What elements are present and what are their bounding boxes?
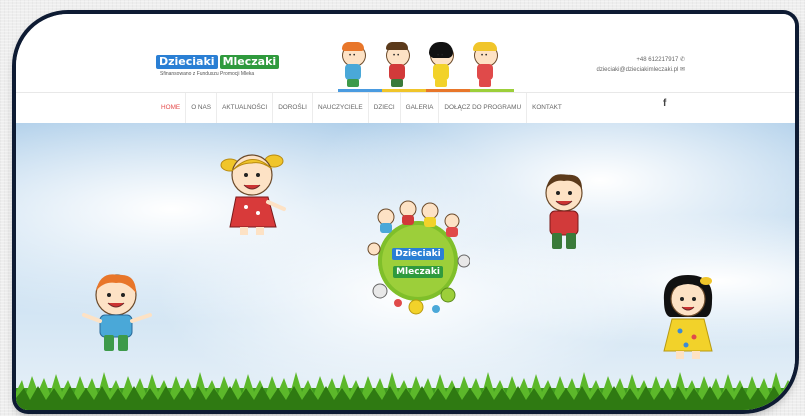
logo-word-dzieciaki: Dzieciaki [156,55,218,69]
center-logo-globe: Dzieciaki Mleczaki [366,199,470,317]
kid-black-hair-icon: •• [426,42,456,88]
boy-orange-hair-illustration [82,274,152,351]
kid-yellow-hair-icon: •• [470,42,500,88]
kid-orange-hair-icon: •• [338,42,368,88]
nav-item-dorosli[interactable]: DOROŚLI [273,93,313,123]
site-header: Dzieciaki Mleczaki Sfinansowano z Fundus… [16,14,795,92]
browser-screenshot-frame: Dzieciaki Mleczaki Sfinansowano z Fundus… [16,14,795,410]
nav-item-dolacz-do-programu[interactable]: DOŁĄCZ DO PROGRAMU [439,93,528,123]
nav-item-galeria[interactable]: GALERIA [401,93,440,123]
kid-brown-hair-icon: •• [382,42,412,88]
girl-black-hair-illustration [663,275,713,359]
globe-logo-word-dzieciaki: Dzieciaki [392,248,444,260]
nav-item-nauczyciele[interactable]: NAUCZYCIELE [313,93,369,123]
phone-icon: ✆ [679,57,685,63]
boy-brown-hair-illustration [545,174,583,249]
girl-red-dress-illustration [220,154,286,235]
contact-email[interactable]: dzieciaki@dzieciakimleczaki.pl [597,67,679,73]
nav-item-home[interactable]: HOME [156,93,187,123]
site-logo[interactable]: Dzieciaki Mleczaki Sfinansowano z Fundus… [156,55,280,77]
header-kids-illustration: •• •• •• •• [338,42,500,88]
facebook-icon[interactable]: f [663,98,666,109]
logo-word-mleczaki: Mleczaki [219,55,280,69]
logo-subtitle: Sfinansowano z Funduszu Promocji Mleka [160,71,255,77]
hero-banner: Dzieciaki Mleczaki [16,123,795,410]
nav-item-o-nas[interactable]: O NAS [186,93,218,123]
nav-item-dzieci[interactable]: DZIECI [369,93,401,123]
grass-strip [16,372,795,410]
contact-phone[interactable]: +48 612217917 [636,57,678,63]
nav-item-kontakt[interactable]: KONTAKT [527,93,567,123]
main-navigation: HOME O NAS AKTUALNOŚCI DOROŚLI NAUCZYCIE… [16,92,795,173]
globe-logo-word-mleczaki: Mleczaki [393,266,443,278]
header-contact: +48 612217917 ✆ dzieciaki@dzieciakimlecz… [597,55,686,75]
envelope-icon: ✉ [679,67,685,73]
nav-item-aktualnosci[interactable]: AKTUALNOŚCI [217,93,274,123]
